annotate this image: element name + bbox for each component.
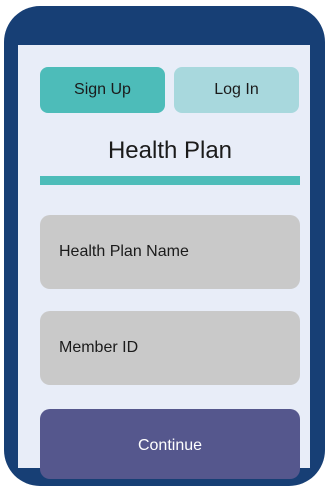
health-plan-name-field[interactable]: Health Plan Name <box>40 215 300 289</box>
page-title: Health Plan <box>107 137 233 164</box>
tab-sign-up-label: Sign Up <box>74 81 131 98</box>
title-underline <box>40 176 300 185</box>
continue-button-label: Continue <box>137 437 203 454</box>
continue-button[interactable]: Continue <box>40 409 300 479</box>
tab-log-in-label: Log In <box>214 81 259 98</box>
health-plan-name-placeholder: Health Plan Name <box>59 243 189 260</box>
member-id-field[interactable]: Member ID <box>40 311 300 385</box>
member-id-placeholder: Member ID <box>59 339 139 356</box>
tab-sign-up[interactable]: Sign Up <box>40 67 165 113</box>
tab-log-in[interactable]: Log In <box>174 67 299 113</box>
